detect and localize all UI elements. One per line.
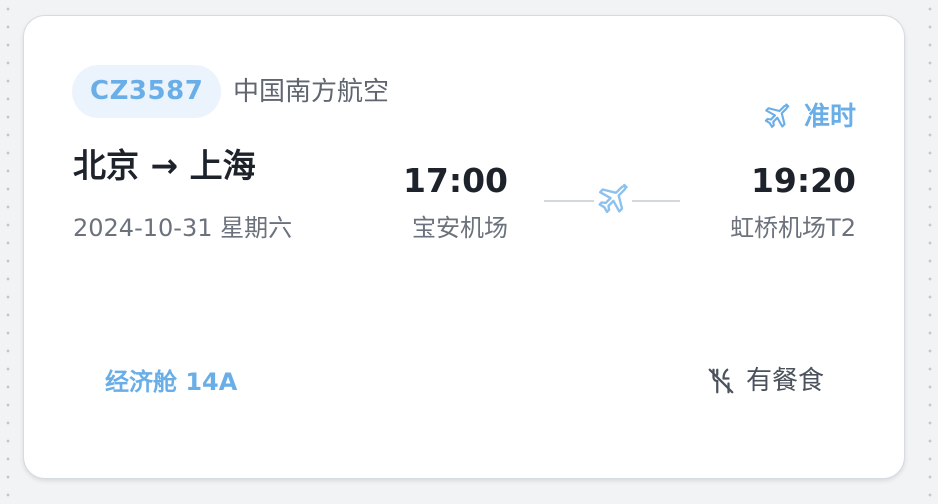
route-line-left bbox=[544, 200, 594, 202]
flight-date: 2024-10-31 星期六 bbox=[73, 214, 293, 242]
meal-label: 有餐食 bbox=[745, 366, 824, 396]
airplane-icon bbox=[762, 102, 792, 132]
route-title: 北京 → 上海 bbox=[73, 146, 256, 185]
no-utensils-icon bbox=[706, 366, 736, 396]
left-dotted-edge bbox=[5, 0, 11, 504]
status-label: 准时 bbox=[803, 102, 856, 132]
meal-info: 有餐食 bbox=[706, 364, 824, 398]
arrival-time: 19:20 bbox=[750, 161, 856, 200]
airline-name: 中国南方航空 bbox=[233, 77, 390, 107]
cabin-seat: 经济舱 14A bbox=[105, 368, 238, 396]
flight-card[interactable]: CZ3587 中国南方航空 准时 北京 → 上海 2024-10-31 星期六 … bbox=[23, 15, 905, 479]
flight-status: 准时 bbox=[762, 100, 856, 134]
route-line-right bbox=[632, 200, 680, 202]
departure-time: 17:00 bbox=[402, 161, 508, 200]
right-dotted-edge bbox=[927, 0, 933, 504]
arrival-airport: 虹桥机场T2 bbox=[730, 214, 856, 242]
departure-airport: 宝安机场 bbox=[412, 214, 508, 242]
airplane-icon bbox=[595, 182, 631, 218]
flight-number-badge: CZ3587 bbox=[72, 65, 222, 118]
